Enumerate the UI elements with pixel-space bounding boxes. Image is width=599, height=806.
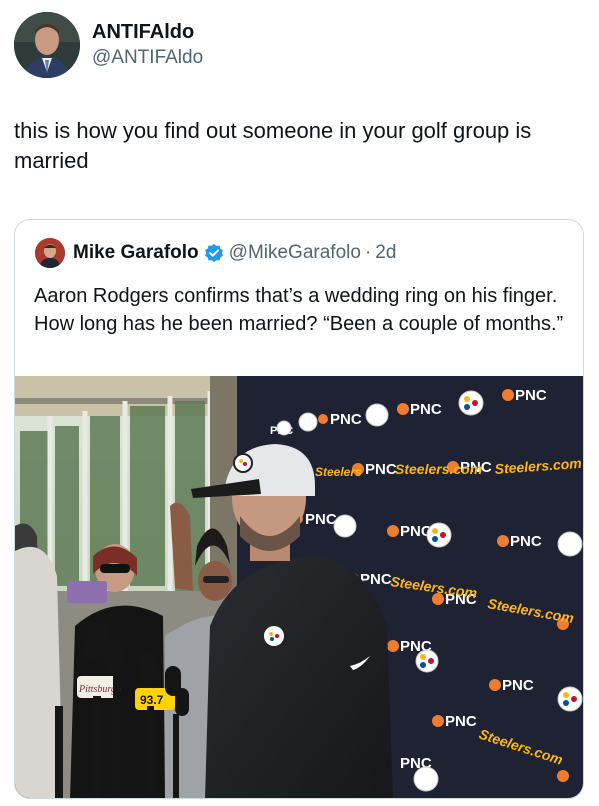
verified-badge-icon — [204, 243, 223, 263]
svg-text:PNC: PNC — [515, 387, 547, 404]
author-display-name[interactable]: ANTIFAldo — [92, 20, 203, 44]
quoted-post-timestamp[interactable]: 2d — [375, 242, 396, 264]
svg-text:Steelers: Steelers — [315, 465, 362, 479]
quoted-post-card[interactable]: Mike Garafolo @MikeGarafolo · 2d Aaron R… — [14, 219, 584, 799]
svg-text:PNC: PNC — [410, 401, 442, 418]
quoted-author-display-name[interactable]: Mike Garafolo — [73, 242, 199, 264]
quoted-post-photo[interactable]: PNC PNC PNC PNC PNC PNC PNC PNC PNC PNC … — [15, 376, 583, 798]
svg-text:PNC: PNC — [510, 533, 542, 550]
author-avatar[interactable] — [14, 12, 80, 78]
post-header: ANTIFAldo @ANTIFAldo — [14, 12, 203, 78]
svg-text:PNC: PNC — [365, 461, 397, 478]
svg-text:PNC: PNC — [305, 511, 337, 528]
svg-text:PNC: PNC — [502, 677, 534, 694]
quoted-author-avatar[interactable] — [35, 238, 65, 268]
quoted-post-text: Aaron Rodgers confirms that’s a wedding … — [34, 285, 564, 335]
svg-text:Steelers.com: Steelers.com — [395, 461, 482, 477]
svg-text:PNC: PNC — [445, 713, 477, 730]
svg-text:PNC: PNC — [330, 411, 362, 428]
quoted-post-header: Mike Garafolo @MikeGarafolo · 2d — [35, 238, 396, 268]
separator-dot: · — [364, 242, 372, 263]
post-text: this is how you find out someone in your… — [14, 118, 532, 173]
quoted-author-handle[interactable]: @MikeGarafolo — [229, 242, 361, 264]
author-handle[interactable]: @ANTIFAldo — [92, 46, 203, 70]
svg-text:93.7: 93.7 — [140, 693, 164, 707]
